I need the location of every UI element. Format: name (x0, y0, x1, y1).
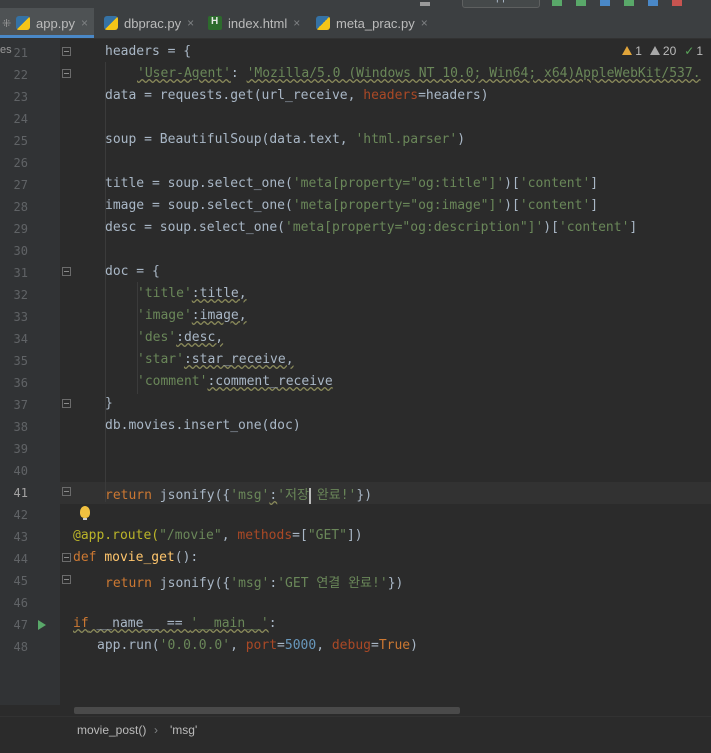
line-number: 30 (13, 244, 28, 258)
code-line-22[interactable]: 'User-Agent': 'Mozilla/5.0 (Windows NT 1… (137, 66, 701, 81)
tab-scroll-left-icon[interactable]: ⁜ (2, 17, 16, 30)
run-gutter-icon[interactable] (38, 620, 46, 630)
stop-icon[interactable] (672, 0, 682, 6)
fold-toggle-icon[interactable] (62, 553, 71, 562)
line-number: 44 (13, 552, 28, 566)
weak-warnings-count[interactable]: 20 (649, 44, 676, 58)
main-toolbar: app (0, 0, 711, 8)
code-line-32[interactable]: 'title':title, (137, 286, 247, 301)
python-file-icon (104, 16, 118, 30)
breadcrumb-separator: › (154, 723, 158, 737)
indent-guide (105, 62, 106, 502)
code-line-37[interactable]: } (105, 396, 113, 411)
text-caret (308, 487, 311, 504)
line-number: 31 (13, 266, 28, 280)
line-number: 33 (13, 310, 28, 324)
weak-warning-icon (649, 46, 660, 55)
code-line-38[interactable]: db.movies.insert_one(doc) (105, 418, 301, 433)
fold-toggle-icon[interactable] (62, 399, 71, 408)
typos-count[interactable]: ✓ 1 (684, 44, 703, 58)
code-line-44[interactable]: def movie_get(): (73, 550, 198, 565)
line-number: 40 (13, 464, 28, 478)
code-line-25[interactable]: soup = BeautifulSoup(data.text, 'html.pa… (105, 132, 465, 147)
close-icon[interactable]: × (421, 16, 428, 30)
editor-tabs: ⁜ app.py × dbprac.py × index.html × meta… (0, 8, 711, 39)
line-number: 46 (13, 596, 28, 610)
debug-icon[interactable] (576, 0, 586, 6)
fold-toggle-icon[interactable] (62, 47, 71, 56)
profile-icon[interactable] (624, 0, 634, 6)
line-number: 36 (13, 376, 28, 390)
breadcrumb-token[interactable]: 'msg' (170, 723, 197, 737)
code-line-43[interactable]: @app.route("/movie", methods=["GET"]) (73, 528, 363, 543)
code-line-21[interactable]: headers = { (105, 44, 191, 59)
code-line-31[interactable]: doc = { (105, 264, 160, 279)
warnings-count[interactable]: 1 (622, 44, 642, 58)
code-line-47[interactable]: if __name__ == '__main__': (73, 616, 277, 631)
code-line-29[interactable]: desc = soup.select_one('meta[property="o… (105, 220, 637, 235)
line-number: 26 (13, 156, 28, 170)
code-line-45[interactable]: return jsonify({'msg':'GET 연결 완료!'}) (105, 572, 403, 591)
line-number: 45 (13, 574, 28, 588)
coverage-icon[interactable] (600, 0, 610, 6)
line-number: 35 (13, 354, 28, 368)
line-number: 29 (13, 222, 28, 236)
attach-icon[interactable] (648, 0, 658, 6)
window-icon[interactable] (420, 2, 430, 6)
tab-app-py[interactable]: ⁜ app.py × (0, 8, 94, 38)
line-number: 39 (13, 442, 28, 456)
html-file-icon (208, 16, 222, 30)
code-line-41[interactable]: return jsonify({'msg':'저장 완료!'}) (105, 484, 372, 504)
line-number: 24 (13, 112, 28, 126)
code-line-33[interactable]: 'image':image, (137, 308, 247, 323)
breadcrumb-function[interactable]: movie_post() (77, 723, 146, 737)
warning-icon (622, 46, 633, 55)
typo-check-icon: ✓ (684, 44, 695, 58)
line-number: 43 (13, 530, 28, 544)
line-number: 38 (13, 420, 28, 434)
code-line-48[interactable]: app.run('0.0.0.0', port=5000, debug=True… (97, 638, 418, 653)
line-number: 23 (13, 90, 28, 104)
code-line-36[interactable]: 'comment':comment_receive (137, 374, 333, 389)
horizontal-scrollbar[interactable] (74, 707, 460, 714)
tab-index-html[interactable]: index.html × (208, 8, 308, 38)
line-number: 47 (13, 618, 28, 632)
line-number: 27 (13, 178, 28, 192)
python-file-icon (16, 16, 30, 30)
code-line-23[interactable]: data = requests.get(url_receive, headers… (105, 88, 489, 103)
line-number: 42 (13, 508, 28, 522)
fold-toggle-icon[interactable] (62, 69, 71, 78)
line-number: 48 (13, 640, 28, 654)
line-number: 32 (13, 288, 28, 302)
line-number: 34 (13, 332, 28, 346)
tab-label: index.html (228, 15, 288, 31)
tab-label: meta_prac.py (336, 15, 415, 31)
close-icon[interactable]: × (293, 16, 300, 30)
run-config-label: app (490, 0, 508, 3)
line-number-current: 41 (13, 486, 28, 500)
code-line-34[interactable]: 'des':desc, (137, 330, 223, 345)
fold-toggle-icon[interactable] (62, 575, 71, 584)
line-number: 25 (13, 134, 28, 148)
fold-toggle-icon[interactable] (62, 487, 71, 496)
tab-dbprac-py[interactable]: dbprac.py × (104, 8, 196, 38)
tab-label: dbprac.py (124, 15, 182, 31)
run-icon[interactable] (552, 0, 562, 6)
code-line-35[interactable]: 'star':star_receive, (137, 352, 294, 367)
breadcrumb: movie_post() › 'msg' (0, 716, 711, 753)
code-line-27[interactable]: title = soup.select_one('meta[property="… (105, 176, 598, 191)
tab-meta-prac-py[interactable]: meta_prac.py × (316, 8, 432, 38)
code-line-28[interactable]: image = soup.select_one('meta[property="… (105, 198, 598, 213)
tab-label: app.py (36, 15, 76, 31)
line-number: 28 (13, 200, 28, 214)
close-icon[interactable]: × (187, 16, 194, 30)
close-icon[interactable]: × (81, 16, 88, 30)
line-number: 37 (13, 398, 28, 412)
line-number: 22 (13, 68, 28, 82)
fold-toggle-icon[interactable] (62, 267, 71, 276)
python-file-icon (316, 16, 330, 30)
inspection-widget[interactable]: 1 20 ✓ 1 (622, 44, 703, 58)
lightbulb-icon[interactable] (80, 506, 90, 520)
line-number: 21 (13, 46, 28, 60)
